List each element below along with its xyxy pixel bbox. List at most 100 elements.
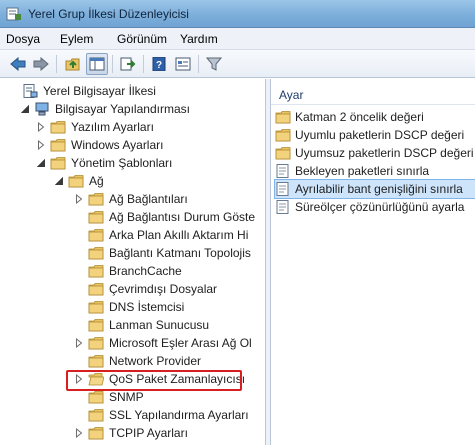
folder-icon [88,247,104,260]
title-bar: Yerel Grup İlkesi Düzenleyicisi [0,0,475,28]
filter-button[interactable] [203,53,225,75]
settings-pane: Ayar Katman 2 öncelik değeri Uyumlu paket… [270,79,475,445]
tree-item-label: Ağ Bağlantısı Durum Göste [109,210,256,224]
folder-icon [88,409,104,422]
tree-item[interactable]: Microsoft Eşler Arası Ağ Ol [74,334,252,352]
tree-item-label: Yerel Bilgisayar İlkesi [43,84,156,98]
tree-item[interactable]: Lanman Sunucusu [74,316,209,334]
export-list-icon [120,57,136,71]
toolbar-separator [112,55,113,73]
setting-list-item[interactable]: Uyumsuz paketlerin DSCP değeri [275,144,475,162]
expand-arrow-icon[interactable] [36,122,46,132]
tree-item-label: Yazılım Ayarları [71,120,154,134]
properties-icon [175,57,191,71]
help-icon: ? [152,57,166,71]
column-header-setting[interactable]: Ayar [271,85,475,105]
expand-arrow-icon[interactable] [36,140,46,150]
tree-item-label: Lanman Sunucusu [109,318,210,332]
tree-item[interactable]: Bilgisayar Yapılandırması [20,100,190,118]
collapse-arrow-icon[interactable] [36,158,46,168]
folder-icon [275,129,291,142]
setting-list-item[interactable]: Ayrılabilir bant genişliğini sınırla [274,179,475,199]
tree-item[interactable]: Windows Ayarları [36,136,163,154]
folder-icon [68,175,84,188]
folder-icon [88,355,104,368]
tree-item-label: SNMP [109,390,144,404]
setting-list-item[interactable]: Katman 2 öncelik değeri [275,108,475,126]
tree-item[interactable]: Arka Plan Akıllı Aktarım Hi [74,226,248,244]
tree-item-label: BranchCache [109,264,182,278]
show-hide-tree-icon [89,57,105,71]
tree-item[interactable]: Yönetim Şablonları [36,154,172,172]
tree-item[interactable]: Ağ Bağlantıları [74,190,188,208]
setting-list-label: Uyumlu paketlerin DSCP değeri [295,128,465,142]
tree-item[interactable]: TCPIP Ayarları [74,424,188,442]
tree-item-label: DNS İstemcisi [109,300,185,314]
help-button[interactable]: ? [148,53,170,75]
tree-item-label: Microsoft Eşler Arası Ağ Ol [109,336,252,350]
tree-item-label: Windows Ayarları [71,138,164,152]
policy-setting-icon [276,182,289,196]
folder-icon [88,337,104,350]
setting-list-label: Ayrılabilir bant genişliğini sınırla [295,182,463,196]
highlight-annotation [66,370,242,391]
collapse-arrow-icon[interactable] [20,104,30,114]
tree-item[interactable]: Ağ [54,172,104,190]
folder-icon [88,193,104,206]
tree-item[interactable]: DNS İstemcisi [74,298,184,316]
collapse-arrow-icon[interactable] [54,176,64,186]
setting-list-item[interactable]: Bekleyen paketleri sınırla [275,162,475,180]
computer-icon [35,102,49,116]
folder-icon [88,427,104,440]
tree-item-label: Bağlantı Katmanı Topolojis [109,246,251,260]
folder-icon [50,157,66,170]
tree-item[interactable]: Ağ Bağlantısı Durum Göste [74,208,255,226]
svg-text:?: ? [156,60,162,71]
expand-arrow-icon[interactable] [74,338,84,348]
setting-list-item[interactable]: Uyumlu paketlerin DSCP değeri [275,126,475,144]
tree-item[interactable]: Çevrimdışı Dosyalar [74,280,217,298]
tree-item[interactable]: Yerel Bilgisayar İlkesi [8,82,156,100]
policy-setting-icon [276,164,289,178]
toolbar-separator [198,55,199,73]
setting-list-item[interactable]: Süreölçer çözünürlüğünü ayarla [275,198,475,216]
tree-item[interactable]: Yazılım Ayarları [36,118,154,136]
policy-setting-icon [276,200,289,214]
tree-item[interactable]: Bağlantı Katmanı Topolojis [74,244,251,262]
folder-icon [88,301,104,314]
tree-item[interactable]: Network Provider [74,352,201,370]
forward-button[interactable] [30,53,52,75]
menu-file[interactable]: Dosya [6,32,40,46]
back-button[interactable] [7,53,29,75]
folder-icon [88,391,104,404]
folder-icon [275,111,291,124]
menu-view[interactable]: Görünüm [117,32,167,46]
tree-item[interactable]: BranchCache [74,262,182,280]
toolbar-separator [143,55,144,73]
up-folder-icon [65,58,80,71]
properties-button[interactable] [172,53,194,75]
tree-item[interactable]: SSL Yapılandırma Ayarları [74,406,249,424]
expand-arrow-icon[interactable] [74,428,84,438]
tree-item-label: Çevrimdışı Dosyalar [109,282,218,296]
tree-item-label: Network Provider [109,354,202,368]
folder-icon [88,211,104,224]
folder-icon [88,265,104,278]
show-hide-tree-button[interactable] [86,53,108,75]
setting-list-label: Katman 2 öncelik değeri [295,110,424,124]
back-arrow-icon [10,57,26,71]
menu-help[interactable]: Yardım [180,32,218,46]
export-list-button[interactable] [117,53,139,75]
menu-action[interactable]: Eylem [60,32,93,46]
expand-arrow-icon[interactable] [74,194,84,204]
up-folder-button[interactable] [62,53,84,75]
folder-icon [50,121,66,134]
setting-list-label: Uyumsuz paketlerin DSCP değeri [295,146,474,160]
tree-item-label: Ağ [89,174,104,188]
